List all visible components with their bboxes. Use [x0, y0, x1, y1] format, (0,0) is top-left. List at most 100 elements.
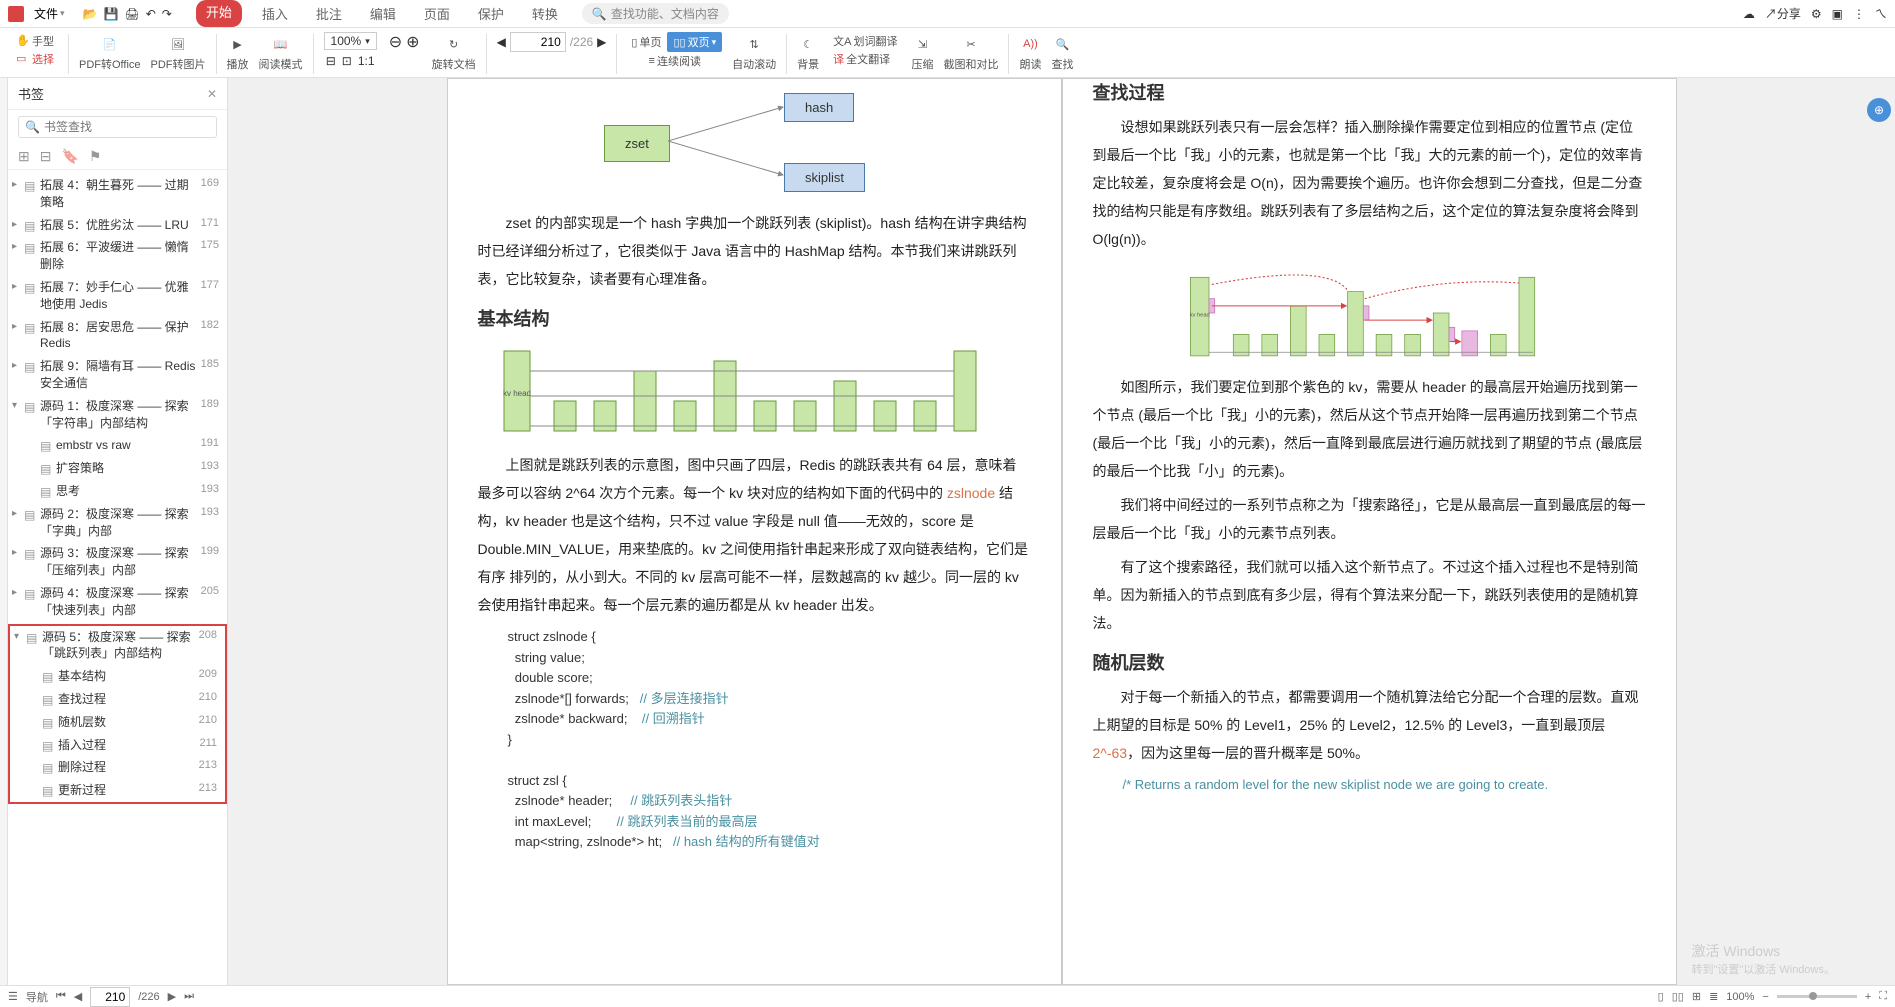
single-page-button[interactable]: ▯单页	[627, 32, 665, 52]
status-page-input[interactable]	[90, 987, 130, 1007]
bookmark-item[interactable]: ▸▤拓展 9：隔墙有耳 —— Redis 安全通信185	[8, 355, 227, 395]
tab-edit[interactable]: 编辑	[362, 0, 404, 27]
select-tool-button[interactable]: ▭选择	[12, 50, 58, 68]
bookmark-item[interactable]: ▸▤拓展 4：朝生暮死 —— 过期策略169	[8, 174, 227, 214]
pdf-to-office-button[interactable]: 📄PDF转Office	[75, 32, 145, 74]
zoom-out-icon[interactable]: ⊖	[389, 32, 402, 52]
pdf-to-image-button[interactable]: 🖼PDF转图片	[147, 32, 210, 74]
chevron-icon[interactable]: ▸	[12, 587, 24, 598]
compress-button[interactable]: ⇲压缩	[907, 32, 937, 74]
global-search[interactable]: 🔍 查找功能、文档内容	[582, 3, 729, 24]
more-icon[interactable]: ⋮	[1853, 7, 1865, 21]
chevron-icon[interactable]: ▸	[12, 321, 24, 332]
background-button[interactable]: ☾背景	[793, 32, 823, 74]
zslnode-link[interactable]: zslnode	[947, 485, 995, 501]
chevron-icon[interactable]: ▸	[12, 508, 24, 519]
view-grid-icon[interactable]: ⊞	[1692, 990, 1701, 1003]
view-double-icon[interactable]: ▯▯	[1672, 990, 1684, 1003]
last-page-icon[interactable]: ⏭	[184, 990, 194, 1003]
chevron-icon[interactable]: ▾	[14, 631, 26, 642]
bookmark-item[interactable]: ▸▤源码 3：极度深寒 —— 探索「压缩列表」内部199	[8, 542, 227, 582]
bookmark-item[interactable]: ▸▤拓展 5：优胜劣汰 —— LRU171	[8, 214, 227, 237]
chevron-icon[interactable]: ▸	[12, 219, 24, 230]
zoom-combo[interactable]: 100%▾	[324, 32, 377, 50]
view-continuous-icon[interactable]: ≣	[1709, 990, 1718, 1003]
redo-icon[interactable]: ↷	[162, 7, 172, 21]
collapse-all-icon[interactable]: ⊟	[40, 148, 52, 165]
zoom-out-icon[interactable]: −	[1762, 991, 1768, 1003]
bookmark-item[interactable]: ▤基本结构209	[10, 665, 225, 688]
zoom-in-icon[interactable]: ⊕	[406, 32, 419, 52]
double-page-button[interactable]: ▯▯双页▾	[667, 32, 722, 52]
window-icon[interactable]: ▣	[1832, 7, 1843, 21]
zoom-in-icon[interactable]: +	[1865, 991, 1871, 1003]
expand-all-icon[interactable]: ⊞	[18, 148, 30, 165]
bookmark-flag-icon[interactable]: ⚑	[89, 148, 102, 165]
page-number-input[interactable]	[510, 32, 566, 52]
bookmark-search[interactable]: 🔍	[18, 116, 217, 138]
bookmark-search-input[interactable]	[44, 120, 210, 134]
document-viewport[interactable]: ⊕ zset hash skiplist zset	[228, 78, 1895, 985]
bookmark-item[interactable]: ▾▤源码 1：极度深寒 —— 探索「字符串」内部结构189	[8, 395, 227, 435]
tab-protect[interactable]: 保护	[470, 0, 512, 27]
prev-page-icon[interactable]: ◀	[74, 990, 82, 1003]
tab-page[interactable]: 页面	[416, 0, 458, 27]
bookmark-item[interactable]: ▸▤源码 2：极度深寒 —— 探索「字典」内部193	[8, 503, 227, 543]
bookmark-item[interactable]: ▤随机层数210	[10, 711, 225, 734]
read-mode-button[interactable]: 📖阅读模式	[255, 32, 307, 74]
chevron-icon[interactable]: ▸	[12, 360, 24, 371]
nav-icon[interactable]: ☰	[8, 990, 18, 1003]
exp-link[interactable]: 2^-63	[1093, 745, 1128, 761]
fullscreen-icon[interactable]: ⛶	[1879, 990, 1887, 1003]
next-page-icon[interactable]: ▶	[597, 35, 606, 49]
bookmark-item[interactable]: ▤插入过程211	[10, 734, 225, 757]
next-page-icon[interactable]: ▶	[168, 990, 176, 1003]
file-menu-button[interactable]: 文件 ▾	[28, 3, 71, 24]
full-translate-button[interactable]: 译全文翻译	[829, 50, 894, 68]
bookmark-item[interactable]: ▸▤拓展 8：居安思危 —— 保护 Redis182	[8, 316, 227, 356]
chevron-icon[interactable]: ▸	[12, 179, 24, 190]
settings-icon[interactable]: ⚙	[1811, 7, 1822, 21]
bookmark-item[interactable]: ▤更新过程213	[10, 779, 225, 802]
chevron-icon[interactable]: ▸	[12, 281, 24, 292]
share-button[interactable]: ↗分享	[1765, 5, 1801, 22]
rotate-button[interactable]: ↻旋转文档	[428, 32, 480, 74]
save-icon[interactable]: 💾	[104, 7, 119, 21]
bookmark-item[interactable]: ▤扩容策略193	[8, 457, 227, 480]
assistant-bubble-icon[interactable]: ⊕	[1867, 98, 1891, 122]
fit-page-icon[interactable]: ⊡	[342, 54, 352, 68]
bookmark-item[interactable]: ▤思考193	[8, 480, 227, 503]
bookmark-item[interactable]: ▸▤拓展 6：平波缓进 —— 懒惰删除175	[8, 236, 227, 276]
sidebar-close-icon[interactable]: ✕	[207, 87, 217, 101]
bookmark-item[interactable]: ▤embstr vs raw191	[8, 434, 227, 457]
crop-compare-button[interactable]: ✂截图和对比	[939, 32, 1002, 74]
bookmark-item[interactable]: ▤查找过程210	[10, 688, 225, 711]
bookmark-item[interactable]: ▾▤源码 5：极度深寒 —— 探索「跳跃列表」内部结构208	[10, 626, 225, 666]
read-aloud-button[interactable]: A))朗读	[1015, 32, 1045, 74]
bookmark-add-icon[interactable]: 🔖	[61, 148, 78, 165]
fit-width-icon[interactable]: ⊟	[326, 54, 336, 68]
undo-icon[interactable]: ↶	[146, 7, 156, 21]
first-page-icon[interactable]: ⏮	[56, 990, 66, 1003]
play-button[interactable]: ▶播放	[223, 32, 253, 74]
bookmark-item[interactable]: ▤删除过程213	[10, 756, 225, 779]
zoom-slider[interactable]	[1777, 995, 1857, 998]
tab-insert[interactable]: 插入	[254, 0, 296, 27]
chevron-icon[interactable]: ▾	[12, 400, 24, 411]
hand-tool-button[interactable]: ✋手型	[12, 32, 58, 50]
bookmark-list[interactable]: ▸▤拓展 4：朝生暮死 —— 过期策略169▸▤拓展 5：优胜劣汰 —— LRU…	[8, 170, 227, 985]
view-single-icon[interactable]: ▯	[1658, 990, 1664, 1003]
tab-annotate[interactable]: 批注	[308, 0, 350, 27]
tab-convert[interactable]: 转换	[524, 0, 566, 27]
word-translate-button[interactable]: 文A划词翻译	[829, 32, 901, 50]
continuous-read-button[interactable]: ≡连续阅读	[645, 52, 705, 70]
auto-scroll-button[interactable]: ⇅自动滚动	[728, 32, 780, 74]
prev-page-icon[interactable]: ◀	[497, 35, 506, 49]
cloud-icon[interactable]: ☁	[1743, 7, 1755, 21]
chevron-icon[interactable]: ▸	[12, 547, 24, 558]
bookmark-item[interactable]: ▸▤拓展 7：妙手仁心 —— 优雅地使用 Jedis177	[8, 276, 227, 316]
bookmark-item[interactable]: ▸▤源码 4：极度深寒 —— 探索「快速列表」内部205	[8, 582, 227, 622]
chevron-icon[interactable]: ▸	[12, 241, 24, 252]
find-button[interactable]: 🔍查找	[1047, 32, 1077, 74]
open-icon[interactable]: 📂	[83, 7, 98, 21]
